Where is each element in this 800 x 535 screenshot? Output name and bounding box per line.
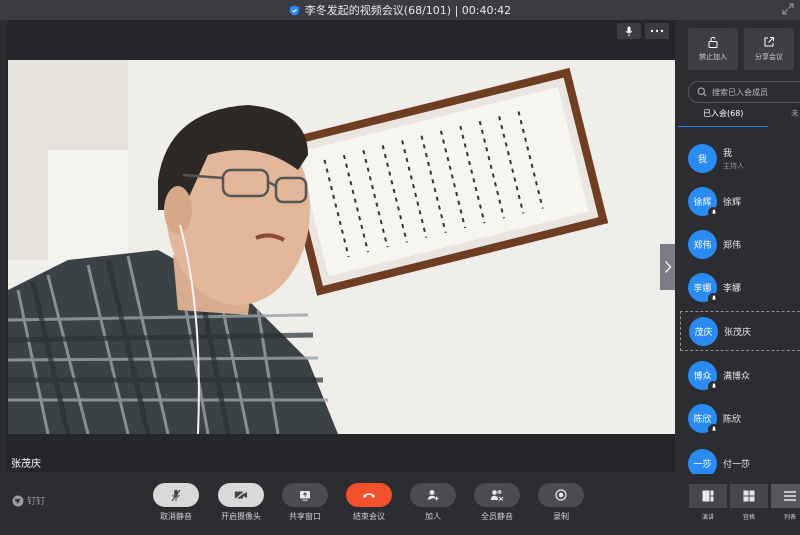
share-meeting-button[interactable]: 分享会议 xyxy=(744,28,794,70)
member-name: 我 xyxy=(723,148,733,159)
window-title: 李冬发起的视频会议(68/101) | 00:40:42 xyxy=(304,4,512,17)
grid-view-icon xyxy=(743,490,755,502)
speaker-video xyxy=(8,60,675,434)
dingtalk-logo-icon xyxy=(12,495,24,506)
shield-icon xyxy=(289,4,299,16)
unmute-label: 取消静音 xyxy=(160,512,192,521)
tab-joined[interactable]: 已入会(68) xyxy=(703,108,743,119)
member-role: 主持人 xyxy=(723,161,744,170)
record-label: 录制 xyxy=(553,512,569,521)
search-placeholder: 搜索已入会成员 xyxy=(712,87,768,97)
mic-muted-badge-icon xyxy=(708,423,719,435)
avatar: 一莎 xyxy=(688,448,717,474)
avatar: 郑伟 xyxy=(688,229,717,259)
active-tab-indicator xyxy=(678,126,768,127)
member-name: 付一莎 xyxy=(723,459,751,470)
share-window-button[interactable]: 共享窗口 xyxy=(273,483,337,522)
camera-off-icon xyxy=(234,490,247,500)
avatar: 茂庆 xyxy=(689,316,718,346)
unlock-icon xyxy=(708,36,718,48)
add-people-label: 加人 xyxy=(425,512,441,521)
logo-text: 钉钉 xyxy=(27,497,46,507)
hangup-icon xyxy=(363,493,375,498)
member-name: 郑伟 xyxy=(723,240,742,251)
list-view-button[interactable]: 列表 xyxy=(770,484,800,521)
member-search-input[interactable]: 搜索已入会成员 xyxy=(688,81,800,103)
member-row[interactable]: 郑伟 郑伟 xyxy=(680,224,800,264)
member-name: 陈欣 xyxy=(723,414,742,425)
avatar: 徐辉 xyxy=(688,186,719,218)
share-icon xyxy=(764,37,774,47)
end-meeting-button[interactable]: 结束会议 xyxy=(337,483,401,522)
share-meeting-label: 分享会议 xyxy=(755,53,783,61)
avatar: 陈欣 xyxy=(688,403,719,435)
list-view-icon xyxy=(784,491,796,501)
video-feed-image xyxy=(8,60,675,434)
member-name: 徐辉 xyxy=(723,197,742,208)
member-row[interactable]: 李娜 李娜 xyxy=(680,267,800,307)
member-row[interactable]: 博众 满博众 xyxy=(680,355,800,395)
grid-view-button[interactable]: 宫格 xyxy=(729,484,769,521)
member-name: 李娜 xyxy=(723,283,742,294)
mic-muted-icon xyxy=(171,489,181,501)
next-page-button[interactable] xyxy=(660,244,675,290)
participants-sidebar: 禁止加入 分享会议 搜索已入会成员 已入会(68) 未 我 我主持人 徐辉 徐辉… xyxy=(678,20,800,474)
mic-muted-badge-icon xyxy=(708,292,719,304)
camera-button[interactable]: 开启摄像头 xyxy=(209,483,273,522)
add-person-icon xyxy=(427,490,439,501)
bottom-toolbar: 钉钉 取消静音 开启摄像头 共享窗口 结束会议 加人 全员静音 录制 演讲 宫格… xyxy=(0,474,800,535)
mic-muted-badge-icon xyxy=(708,380,719,392)
lock-meeting-button[interactable]: 禁止加入 xyxy=(688,28,738,70)
speaker-view-label: 演讲 xyxy=(701,514,714,521)
title-bar: 李冬发起的视频会议(68/101) | 00:40:42 xyxy=(0,0,800,20)
expand-icon[interactable] xyxy=(782,3,794,15)
record-icon xyxy=(555,489,567,501)
unmute-button[interactable]: 取消静音 xyxy=(144,483,208,522)
share-screen-icon xyxy=(300,490,310,501)
mic-status-button[interactable] xyxy=(617,23,641,39)
speaker-caption: 张茂庆 xyxy=(11,459,41,470)
more-options-button[interactable] xyxy=(645,23,669,39)
speaker-view-icon xyxy=(702,490,714,502)
chevron-right-icon xyxy=(664,261,671,273)
avatar: 我 xyxy=(688,143,717,173)
lock-meeting-label: 禁止加入 xyxy=(699,53,727,61)
share-window-label: 共享窗口 xyxy=(289,512,321,521)
grid-view-label: 宫格 xyxy=(742,514,755,521)
avatar: 博众 xyxy=(688,360,719,392)
member-row-selected[interactable]: 茂庆 张茂庆 xyxy=(680,311,800,351)
mute-all-label: 全员静音 xyxy=(481,512,513,521)
video-area: 张茂庆 xyxy=(7,20,675,472)
add-people-button[interactable]: 加人 xyxy=(401,483,465,522)
dingtalk-logo: 钉钉 xyxy=(12,494,45,507)
mute-all-icon xyxy=(490,490,504,501)
member-row[interactable]: 徐辉 徐辉 xyxy=(680,181,800,221)
member-name: 满博众 xyxy=(723,371,751,382)
avatar: 李娜 xyxy=(688,272,719,304)
end-meeting-label: 结束会议 xyxy=(353,512,385,521)
more-icon xyxy=(650,29,664,33)
member-row[interactable]: 一莎 付一莎 xyxy=(680,443,800,474)
search-icon xyxy=(697,87,707,97)
member-name: 张茂庆 xyxy=(724,327,752,338)
member-row[interactable]: 我 我主持人 xyxy=(680,138,800,178)
mic-muted-badge-icon xyxy=(708,206,719,218)
speaker-view-button[interactable]: 演讲 xyxy=(688,484,728,521)
video-top-controls xyxy=(617,23,669,39)
member-row[interactable]: 陈欣 陈欣 xyxy=(680,398,800,438)
list-view-label: 列表 xyxy=(783,514,796,521)
tab-not-joined[interactable]: 未 xyxy=(791,108,799,119)
camera-label: 开启摄像头 xyxy=(221,512,261,521)
mic-icon xyxy=(625,26,633,36)
record-button[interactable]: 录制 xyxy=(529,483,593,522)
mute-all-button[interactable]: 全员静音 xyxy=(465,483,529,522)
